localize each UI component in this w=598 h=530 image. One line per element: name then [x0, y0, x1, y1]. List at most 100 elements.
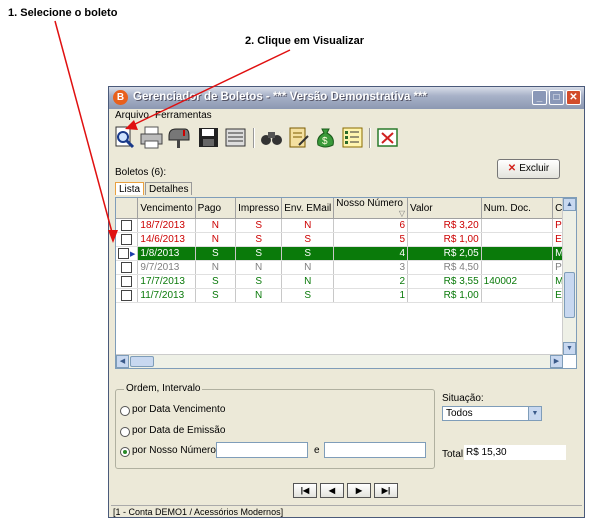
range-to-input[interactable] — [324, 442, 426, 458]
sort-desc-icon: ▽ — [398, 209, 406, 218]
column-header-email[interactable]: Env. EMail — [281, 198, 335, 219]
column-header-pago[interactable]: Pago — [195, 198, 237, 219]
app-logo-icon: B — [113, 90, 128, 105]
close-button[interactable]: ✕ — [566, 90, 581, 105]
radio-data-vencimento[interactable] — [120, 406, 130, 416]
row-checkbox[interactable] — [121, 275, 133, 287]
cell-valor: R$ 1,00 — [407, 232, 482, 247]
cell-email: N — [281, 274, 335, 289]
scroll-down-icon[interactable]: ▼ — [563, 342, 576, 355]
list-button[interactable] — [341, 126, 364, 149]
row-select-cell[interactable] — [116, 274, 139, 289]
row-select-cell[interactable]: ▶ — [116, 246, 139, 261]
table-row[interactable]: 11/7/2013SNS1R$ 1,00Eve — [116, 288, 576, 303]
print-button[interactable] — [140, 126, 163, 149]
cell-vencimento: 17/7/2013 — [137, 274, 196, 289]
row-checkbox[interactable] — [121, 261, 133, 273]
chevron-down-icon[interactable]: ▼ — [528, 407, 541, 420]
menu-arquivo[interactable]: Arquivo — [115, 110, 149, 121]
scroll-right-icon[interactable]: ▶ — [550, 355, 563, 368]
cell-pago: N — [195, 218, 237, 233]
vertical-scrollbar[interactable]: ▲ ▼ — [562, 198, 576, 355]
nav-next-button[interactable]: ▶ — [347, 483, 371, 498]
cell-vencimento: 1/8/2013 — [137, 246, 196, 261]
range-separator: e — [314, 445, 320, 456]
money-bag-icon: $ — [317, 128, 334, 148]
column-header-select[interactable] — [116, 198, 139, 219]
row-checkbox[interactable] — [121, 219, 133, 231]
row-select-cell[interactable] — [116, 260, 139, 275]
tab-lista[interactable]: Lista — [115, 182, 145, 195]
payment-button[interactable]: $ — [314, 126, 337, 149]
cell-vencimento: 14/6/2013 — [137, 232, 196, 247]
scroll-left-icon[interactable]: ◀ — [116, 355, 129, 368]
column-header-valor[interactable]: Valor — [407, 198, 482, 219]
column-header-vencimento[interactable]: Vencimento — [137, 198, 196, 219]
cell-pago: S — [195, 288, 237, 303]
nav-last-button[interactable]: ▶| — [374, 483, 398, 498]
table-row[interactable]: ▶1/8/2013SSS4R$ 2,05Mar — [116, 246, 576, 261]
svg-text:$: $ — [322, 136, 328, 147]
send-mail-button[interactable] — [167, 126, 190, 149]
hscroll-thumb[interactable] — [130, 356, 154, 367]
cell-valor: R$ 1,00 — [407, 288, 482, 303]
cell-nosso-numero: 1 — [333, 288, 409, 303]
save-button[interactable] — [197, 126, 220, 149]
table-row[interactable]: 18/7/2013NSN6R$ 3,20Ped — [116, 218, 576, 233]
horizontal-scrollbar[interactable]: ◀ ▶ — [116, 354, 563, 368]
situacao-select[interactable]: Todos ▼ — [442, 406, 542, 421]
table-row[interactable]: 9/7/2013NNN3R$ 4,50Ped — [116, 260, 576, 275]
maximize-button[interactable]: □ — [549, 90, 564, 105]
preview-button[interactable] — [113, 126, 136, 149]
column-header-nosso-numero[interactable]: Nosso Número ▽ — [333, 198, 409, 219]
cell-num-doc: 140002 — [481, 274, 554, 289]
cell-impresso: S — [235, 218, 283, 233]
toolbar-separator — [253, 128, 255, 148]
radio-data-emissao[interactable] — [120, 427, 130, 437]
cell-email: S — [281, 246, 335, 261]
toolbar-separator — [369, 128, 371, 148]
cell-pago: S — [195, 274, 237, 289]
current-row-indicator-icon: ▶ — [130, 251, 136, 259]
scroll-thumb[interactable] — [564, 272, 575, 318]
column-header-num-doc[interactable]: Num. Doc. — [481, 198, 554, 219]
row-select-cell[interactable] — [116, 232, 139, 247]
cell-num-doc — [481, 260, 554, 275]
column-header-impresso[interactable]: Impresso — [235, 198, 283, 219]
minimize-button[interactable]: _ — [532, 90, 547, 105]
cell-email: N — [281, 260, 335, 275]
ordem-intervalo-group: Ordem, Intervalo por Data Vencimento por… — [115, 383, 435, 469]
title-bar[interactable]: B Gerenciador de Boletos - *** Versão De… — [109, 87, 584, 109]
tab-detalhes[interactable]: Detalhes — [145, 182, 193, 195]
menu-ferramentas[interactable]: Ferramentas — [155, 110, 212, 121]
nav-prev-button[interactable]: ◀ — [320, 483, 344, 498]
cell-valor: R$ 4,50 — [407, 260, 482, 275]
row-select-cell[interactable] — [116, 218, 139, 233]
table-row[interactable]: 14/6/2013NSS5R$ 1,00Eve — [116, 232, 576, 247]
cell-impresso: S — [235, 246, 283, 261]
cell-valor: R$ 3,55 — [407, 274, 482, 289]
cell-nosso-numero: 2 — [333, 274, 409, 289]
excluir-button[interactable]: ✕ Excluir — [497, 159, 560, 179]
nav-first-button[interactable]: |◀ — [293, 483, 317, 498]
boletos-grid: Vencimento Pago Impresso Env. EMail Noss… — [115, 197, 577, 369]
row-select-cell[interactable] — [116, 288, 139, 303]
radio-nosso-numero[interactable] — [120, 447, 130, 457]
table-row[interactable]: 17/7/2013SSN2R$ 3,55140002Mar — [116, 274, 576, 289]
edit-document-button[interactable] — [287, 126, 310, 149]
scroll-up-icon[interactable]: ▲ — [563, 198, 576, 211]
close-form-button[interactable] — [376, 126, 399, 149]
cell-pago: N — [195, 260, 237, 275]
situacao-value: Todos — [446, 408, 473, 419]
report-button[interactable] — [224, 126, 247, 149]
range-from-input[interactable] — [216, 442, 308, 458]
printer-icon — [140, 126, 163, 149]
search-button[interactable] — [260, 126, 283, 149]
radio-nosso-numero-label[interactable]: por Nosso Número — [132, 445, 216, 456]
row-checkbox[interactable] — [121, 289, 133, 301]
row-checkbox[interactable] — [118, 247, 129, 259]
radio-data-emissao-label[interactable]: por Data de Emissão — [132, 425, 225, 436]
row-checkbox[interactable] — [121, 233, 133, 245]
radio-data-vencimento-label[interactable]: por Data Vencimento — [132, 404, 225, 415]
annotation-step-1: 1. Selecione o boleto — [8, 7, 118, 19]
